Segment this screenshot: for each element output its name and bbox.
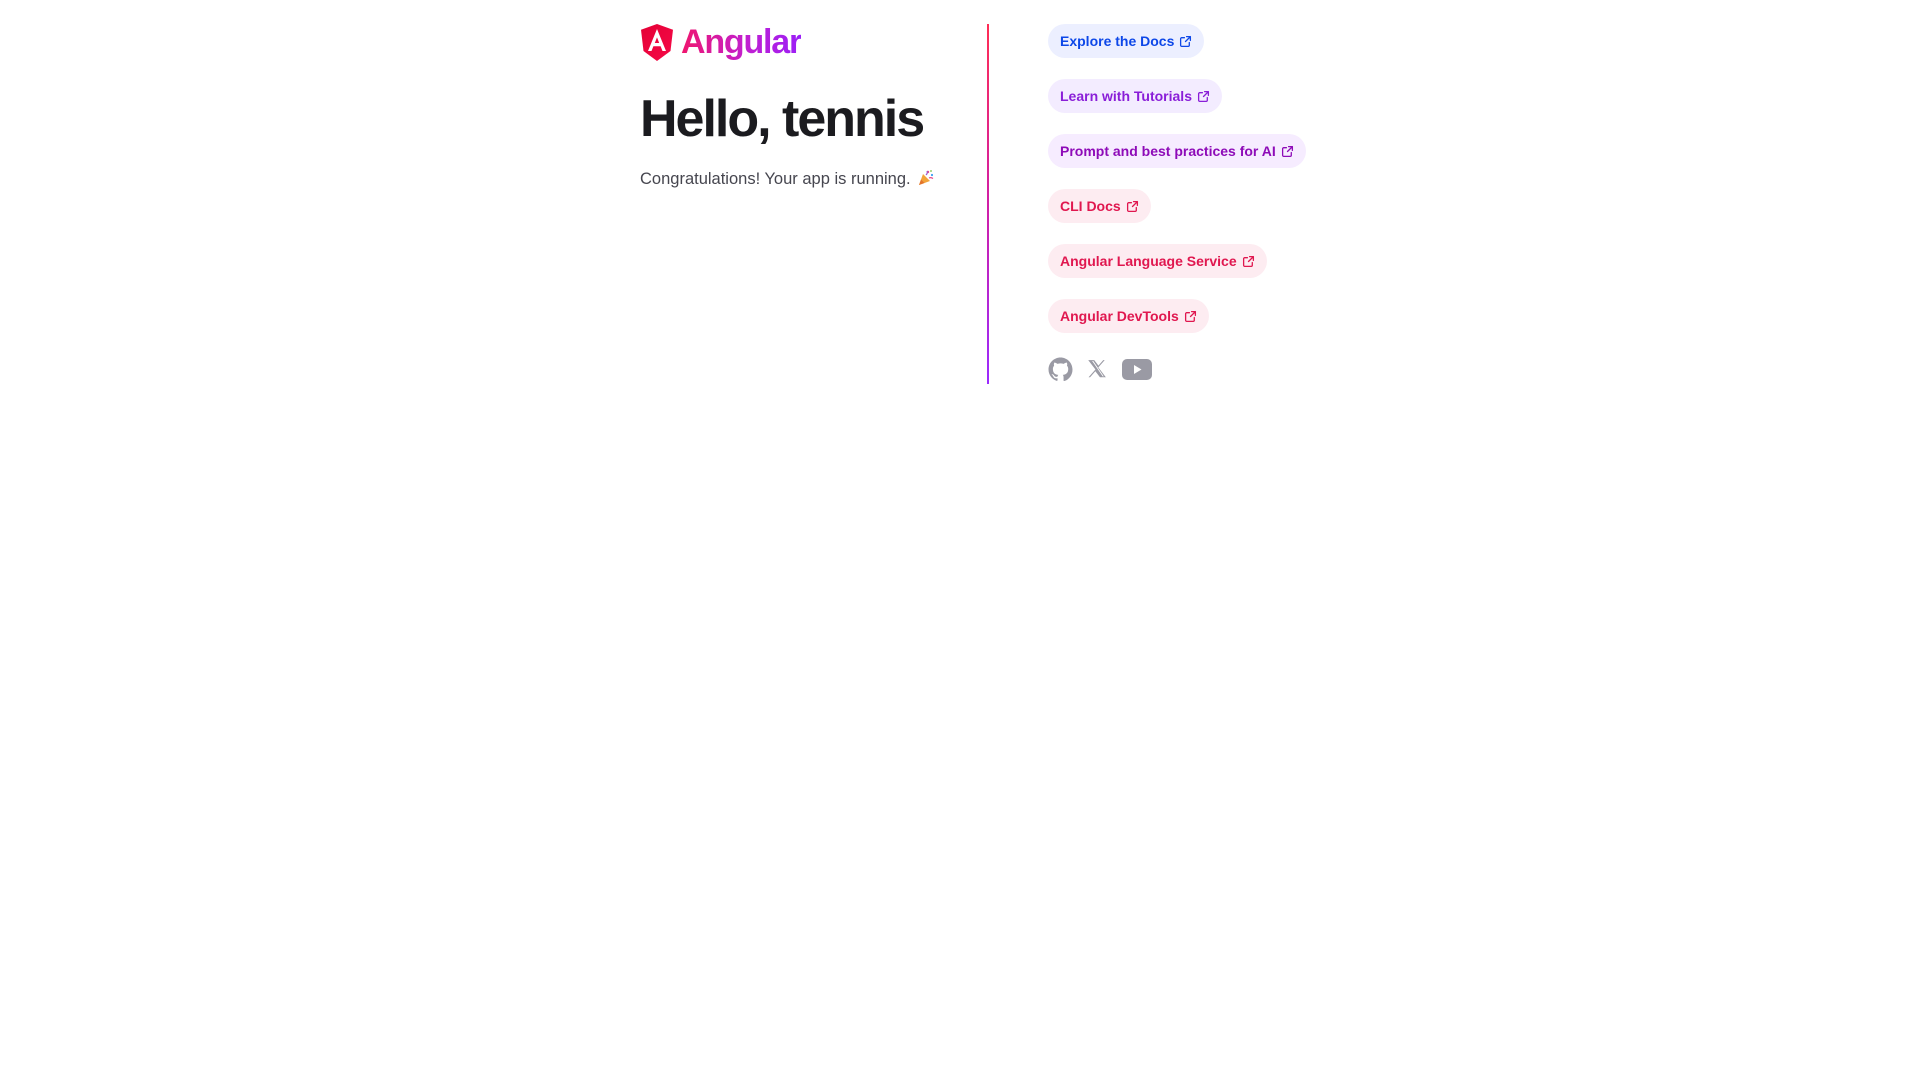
external-link-icon bbox=[1281, 145, 1293, 157]
vertical-divider bbox=[987, 24, 989, 384]
page-title: Hello, tennis bbox=[640, 90, 925, 148]
resource-link[interactable]: Angular DevTools bbox=[1048, 299, 1209, 333]
angular-wordmark: Angular bbox=[681, 23, 802, 61]
link-row: Angular Language Service bbox=[1048, 244, 1306, 278]
resource-link-label: Learn with Tutorials bbox=[1060, 88, 1192, 104]
resource-link[interactable]: CLI Docs bbox=[1048, 189, 1151, 223]
resource-link[interactable]: Prompt and best practices for AI bbox=[1048, 134, 1306, 168]
x-icon[interactable] bbox=[1086, 358, 1109, 380]
links-column: Explore the Docs Learn with Tutorials Prom… bbox=[1048, 24, 1306, 384]
link-row: Learn with Tutorials bbox=[1048, 79, 1306, 113]
resource-link-label: CLI Docs bbox=[1060, 198, 1121, 214]
resource-link-label: Angular DevTools bbox=[1060, 308, 1179, 324]
angular-shield-icon bbox=[641, 24, 673, 61]
intro-column: Angular Hello, tennis Congratulations! Y… bbox=[640, 24, 970, 191]
resource-link[interactable]: Learn with Tutorials bbox=[1048, 79, 1222, 113]
welcome-message: Congratulations! Your app is running. bbox=[640, 167, 970, 191]
external-link-icon bbox=[1180, 35, 1192, 47]
welcome-text: Congratulations! Your app is running. bbox=[640, 170, 911, 188]
resource-link-label: Prompt and best practices for AI bbox=[1060, 143, 1276, 159]
page: Angular Hello, tennis Congratulations! Y… bbox=[0, 0, 1920, 1080]
resource-link[interactable]: Angular Language Service bbox=[1048, 244, 1267, 278]
resource-link-label: Explore the Docs bbox=[1060, 33, 1175, 49]
social-links bbox=[1048, 354, 1306, 384]
resource-link-label: Angular Language Service bbox=[1060, 253, 1237, 269]
link-row: Explore the Docs bbox=[1048, 24, 1306, 58]
github-icon[interactable] bbox=[1048, 357, 1073, 382]
external-link-icon bbox=[1126, 200, 1138, 212]
party-popper-icon bbox=[919, 170, 934, 185]
angular-logo: Angular bbox=[640, 24, 970, 61]
link-row: Prompt and best practices for AI bbox=[1048, 134, 1306, 168]
resource-link[interactable]: Explore the Docs bbox=[1048, 24, 1205, 58]
link-row: CLI Docs bbox=[1048, 189, 1306, 223]
external-link-icon bbox=[1184, 310, 1196, 322]
youtube-icon[interactable] bbox=[1122, 358, 1152, 380]
link-row: Angular DevTools bbox=[1048, 299, 1306, 333]
external-link-icon bbox=[1242, 255, 1254, 267]
external-link-icon bbox=[1197, 90, 1210, 102]
resource-links: Explore the Docs Learn with Tutorials Prom… bbox=[1048, 24, 1306, 333]
